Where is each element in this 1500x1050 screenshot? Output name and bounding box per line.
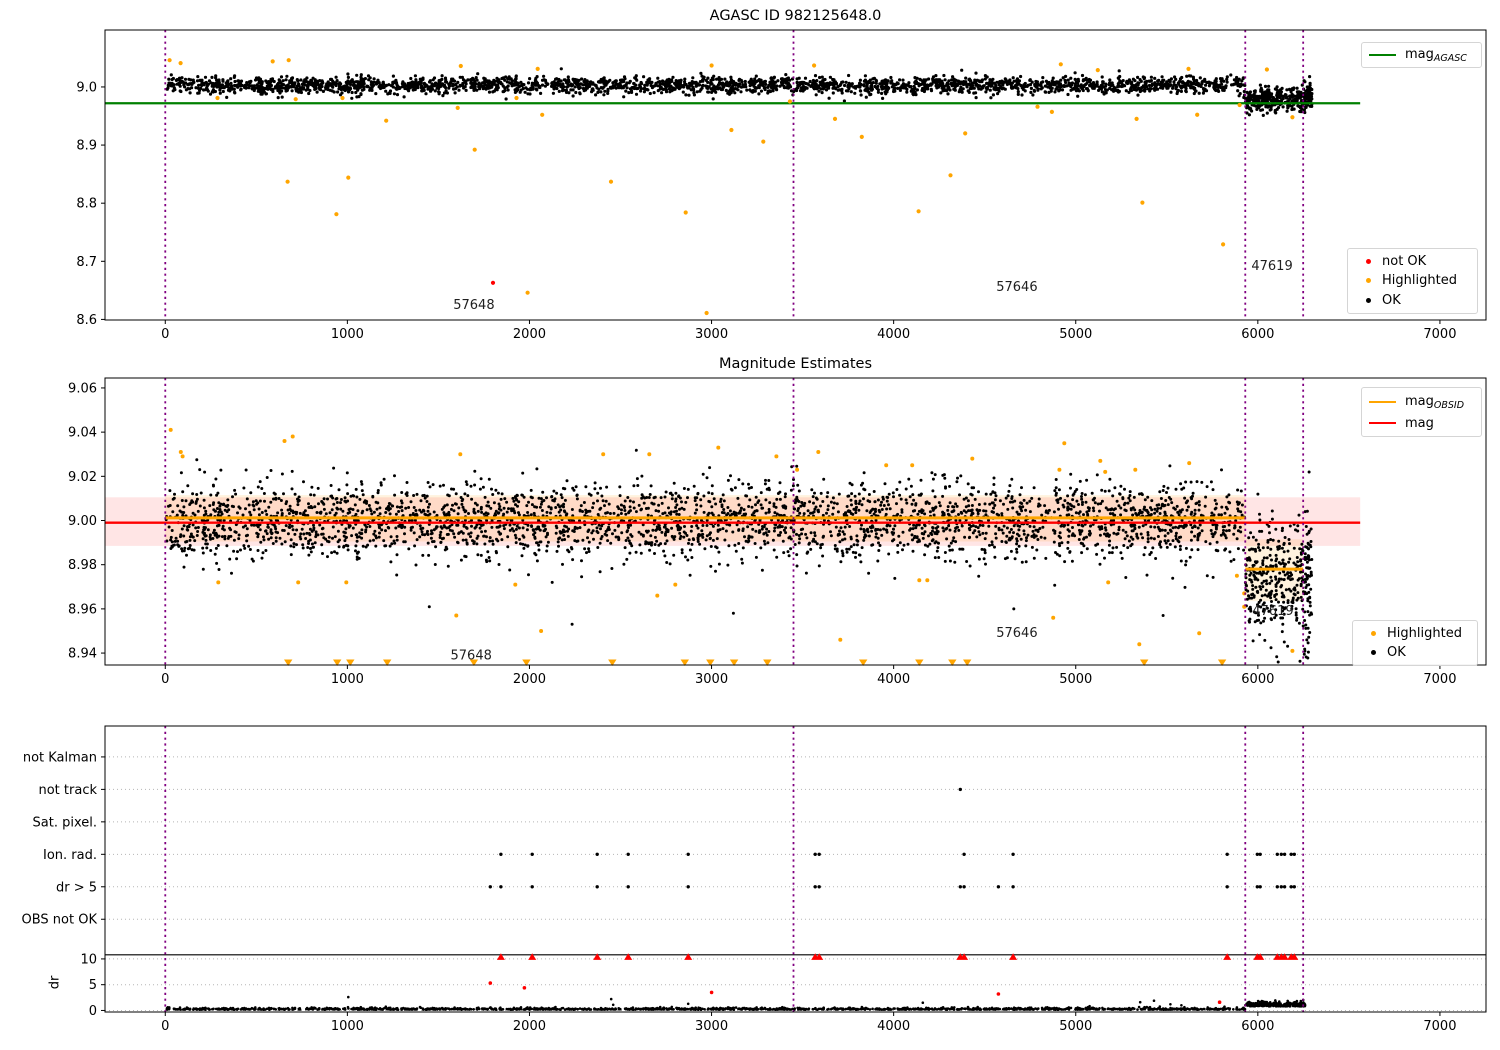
x-tick-label: 7000: [1423, 672, 1456, 687]
y-tick-label: 8.9: [76, 139, 97, 154]
legend-item: magOBSID: [1369, 394, 1474, 411]
legend-dot-sample: [1366, 259, 1371, 265]
y-tick-label: 8.96: [68, 602, 97, 617]
x-tick-label: 5000: [1059, 672, 1092, 687]
legend-item: magAGASC: [1369, 47, 1474, 64]
x-tick-label: 5000: [1059, 1019, 1092, 1034]
x-tick-label: 6000: [1241, 672, 1274, 687]
y-tick-label: 8.7: [76, 255, 97, 270]
y-tick-label: 9.02: [68, 470, 97, 485]
x-tick-label: 1000: [331, 672, 364, 687]
legend-mag-lines: magOBSID mag: [1361, 387, 1482, 437]
y-tick-label: 8.94: [68, 647, 97, 662]
legend-label: Highlighted: [1387, 626, 1462, 641]
legend-dot-sample: [1371, 650, 1376, 655]
legend-item: OK: [1360, 645, 1470, 660]
x-tick-label: 2000: [513, 327, 546, 342]
legend-item: mag: [1369, 416, 1474, 431]
axes-frame: [104, 29, 1487, 321]
row-label-5: OBS not OK: [22, 913, 98, 928]
legend-item: Highlighted: [1360, 626, 1470, 641]
axes-frame: [104, 725, 1487, 1013]
legend-item: Highlighted: [1355, 273, 1470, 288]
y-tick-label: 9.00: [68, 514, 97, 529]
row-label-3: Ion. rad.: [43, 848, 97, 863]
legend-label: magOBSID: [1405, 393, 1465, 411]
x-tick-label: 0: [161, 672, 169, 687]
legend-mag-agasc: magAGASC: [1361, 42, 1482, 68]
row-label-4: dr > 5: [56, 880, 97, 895]
legend-label: magAGASC: [1405, 46, 1467, 64]
legend-dot-sample: [1371, 631, 1376, 636]
legend-label: Highlighted: [1382, 273, 1457, 289]
x-tick-label: 7000: [1423, 1019, 1456, 1034]
x-tick-label: 6000: [1241, 1019, 1274, 1034]
y-tick-label: 8.98: [68, 558, 97, 573]
figure: 57648 57646 47619 0 1000 2000 3000 4000 5000 6000…: [0, 0, 1500, 1050]
legend-line-sample: [1369, 401, 1396, 403]
dr-tick-label: 10: [80, 952, 97, 967]
row-label-0: not Kalman: [23, 750, 97, 765]
annotation-57648: 57648: [453, 298, 494, 313]
x-tick-label: 0: [161, 327, 169, 342]
annotation-57646: 57646: [996, 626, 1037, 641]
legend-label: OK: [1382, 292, 1401, 308]
annotation-47619: 47619: [1251, 259, 1292, 274]
legend-line-sample: [1369, 422, 1396, 424]
legend-dot-sample: [1366, 278, 1371, 284]
x-tick-label: 4000: [877, 327, 910, 342]
legend-item: not OK: [1355, 254, 1470, 269]
legend-label: mag: [1405, 415, 1434, 431]
legend-label: not OK: [1382, 254, 1427, 270]
x-tick-label: 1000: [331, 1019, 364, 1034]
ok-points: [164, 448, 1314, 664]
x-tick-label: 6000: [1241, 327, 1274, 342]
dr-tick-label: 5: [89, 978, 97, 993]
annotation-57648: 57648: [451, 648, 492, 663]
x-tick-label: 2000: [513, 672, 546, 687]
charts-canvas: 5764857646476190 1000 2000 3000 4000 5000 6000…: [22, 29, 1487, 1034]
dr-axis-label: dr: [47, 975, 63, 990]
legend-item: OK: [1355, 293, 1470, 308]
y-tick-label: 9.06: [68, 381, 97, 396]
highlighted-points: [167, 58, 1295, 316]
row-label-1: not track: [38, 783, 97, 798]
ok-points: [165, 67, 1314, 118]
legend-point-types: not OK Highlighted OK: [1347, 248, 1478, 314]
x-tick-label: 4000: [877, 1019, 910, 1034]
legend-line-sample: [1369, 54, 1396, 56]
legend-point-types-2: Highlighted OK: [1352, 620, 1478, 666]
x-tick-label: 3000: [695, 672, 728, 687]
row-label-2: Sat. pixel.: [33, 815, 97, 830]
y-tick-label: 9.0: [76, 80, 97, 95]
annotation-57646: 57646: [996, 280, 1037, 295]
x-tick-label: 0: [161, 1019, 169, 1034]
y-tick-label: 8.6: [76, 313, 97, 328]
flag-points: [488, 787, 1297, 889]
x-tick-label: 3000: [695, 327, 728, 342]
x-tick-label: 4000: [877, 672, 910, 687]
dr-points: [165, 995, 1307, 1012]
x-tick-label: 2000: [513, 1019, 546, 1034]
x-tick-label: 5000: [1059, 327, 1092, 342]
y-tick-label: 9.04: [68, 426, 97, 441]
x-tick-label: 3000: [695, 1019, 728, 1034]
legend-label: OK: [1387, 645, 1406, 660]
chart2-title: Magnitude Estimates: [718, 356, 873, 372]
x-tick-label: 7000: [1423, 327, 1456, 342]
legend-dot-sample: [1366, 297, 1371, 303]
chart1-title: AGASC ID 982125648.0: [709, 8, 882, 24]
dr-red-points: [488, 981, 1222, 1005]
dr-tick-label: 0: [89, 1004, 97, 1019]
annotation-47619: 47619: [1252, 604, 1293, 619]
x-tick-label: 1000: [331, 327, 364, 342]
y-tick-label: 8.8: [76, 197, 97, 212]
not-ok-points: [490, 280, 496, 285]
